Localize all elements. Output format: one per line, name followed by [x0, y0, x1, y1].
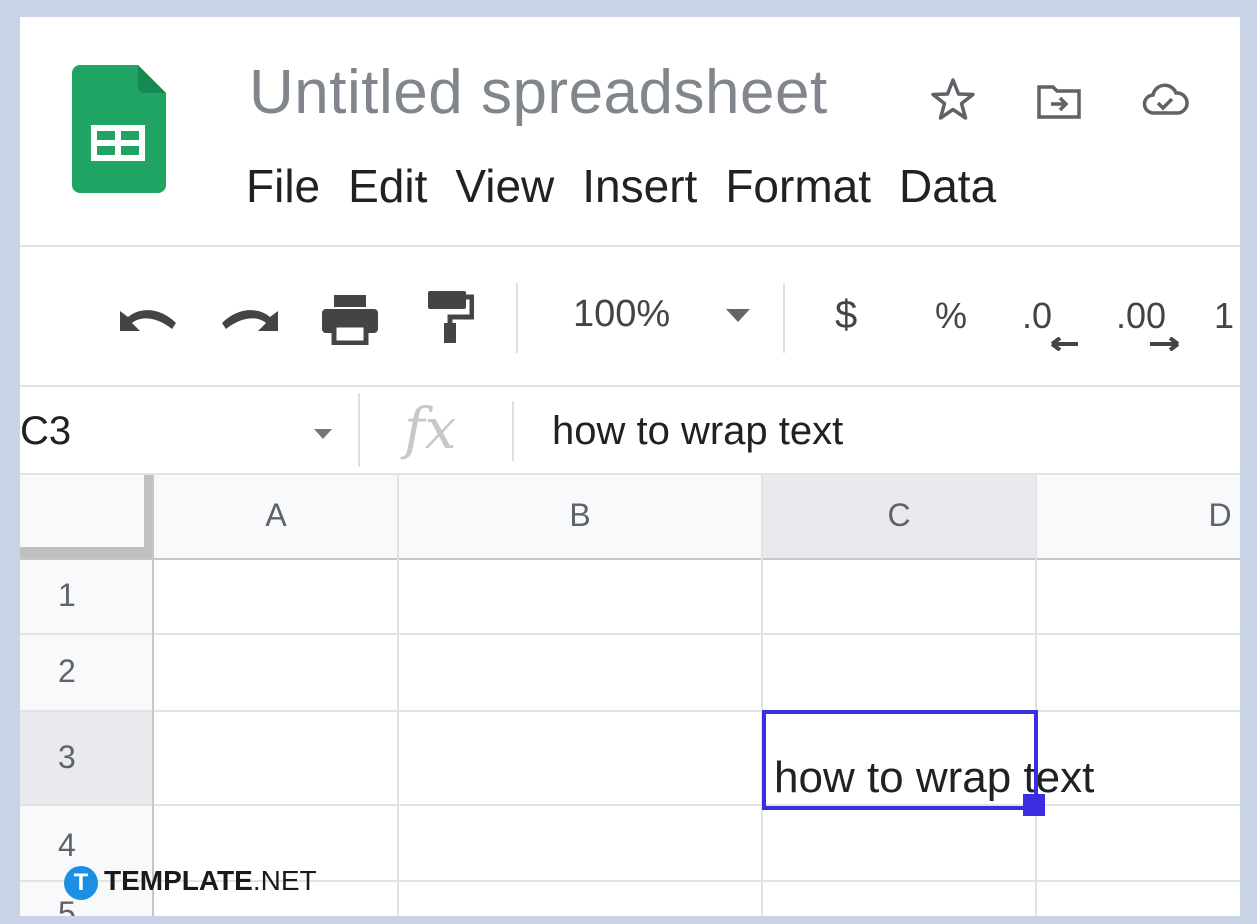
menu-view[interactable]: View	[455, 159, 554, 213]
grid-line	[20, 710, 1240, 712]
toolbar-divider-line	[20, 385, 1240, 387]
cell-selection-border	[762, 710, 1038, 810]
increase-decimal-label: .00	[1116, 295, 1167, 336]
menu-divider	[20, 245, 1240, 247]
sheets-logo-icon[interactable]	[72, 65, 166, 195]
template-logo-icon: T	[64, 865, 98, 900]
zoom-select[interactable]: 100%	[573, 293, 670, 336]
spreadsheet-window: Untitled spreadsheet File Edit View Insert F…	[20, 17, 1240, 916]
fx-icon: fx	[404, 397, 457, 462]
name-box-dropdown-icon[interactable]	[314, 429, 332, 439]
undo-icon[interactable]	[116, 301, 180, 341]
toolbar-divider-2	[783, 283, 785, 353]
row-header-4[interactable]: 4	[58, 827, 76, 864]
grid-line	[20, 804, 1240, 806]
grid-line	[1035, 475, 1037, 916]
row-header-2[interactable]: 2	[58, 653, 76, 690]
row-header-3[interactable]: 3	[58, 739, 76, 776]
print-icon[interactable]	[320, 293, 380, 345]
column-header-b[interactable]: B	[398, 497, 762, 534]
arrow-left-icon	[1050, 337, 1078, 351]
menu-bar: File Edit View Insert Format Data	[246, 159, 1024, 213]
document-title[interactable]: Untitled spreadsheet	[249, 57, 828, 128]
watermark-suffix: .NET	[252, 865, 317, 896]
row-3-highlight	[20, 712, 152, 804]
menu-data[interactable]: Data	[899, 159, 996, 213]
grid-line	[20, 558, 1240, 560]
format-percent-button[interactable]: %	[935, 295, 967, 337]
menu-format[interactable]: Format	[725, 159, 871, 213]
namebox-divider	[358, 393, 360, 467]
arrow-right-icon	[1150, 337, 1180, 351]
increase-decimal-button[interactable]: .00	[1116, 295, 1166, 337]
name-box[interactable]: C3	[20, 409, 71, 454]
move-folder-icon[interactable]	[1034, 75, 1084, 125]
grid-line	[152, 475, 154, 916]
more-formats-button[interactable]: 1	[1214, 295, 1234, 337]
paint-format-icon[interactable]	[424, 289, 474, 345]
column-header-c[interactable]: C	[762, 497, 1036, 534]
toolbar-divider	[516, 283, 518, 353]
format-currency-button[interactable]: $	[835, 293, 857, 338]
star-icon[interactable]	[928, 75, 978, 125]
menu-edit[interactable]: Edit	[348, 159, 427, 213]
cloud-saved-icon[interactable]	[1140, 75, 1190, 125]
column-header-d[interactable]: D	[1200, 497, 1240, 534]
menu-file[interactable]: File	[246, 159, 320, 213]
fill-handle[interactable]	[1023, 794, 1045, 816]
decrease-decimal-button[interactable]: .0	[1022, 295, 1052, 337]
grid-line	[397, 475, 399, 916]
grid-line	[761, 475, 763, 916]
row-header-1[interactable]: 1	[58, 577, 76, 614]
fx-divider	[512, 401, 514, 461]
column-header-a[interactable]: A	[154, 497, 398, 534]
zoom-dropdown-icon[interactable]	[726, 309, 750, 323]
redo-icon[interactable]	[218, 301, 282, 341]
watermark-brand: TEMPLATE	[104, 865, 253, 896]
decrease-decimal-label: .0	[1022, 295, 1053, 336]
template-net-watermark: T TEMPLATE.NET	[64, 865, 317, 900]
formula-input[interactable]: how to wrap text	[552, 409, 843, 454]
menu-insert[interactable]: Insert	[582, 159, 697, 213]
grid-line	[20, 633, 1240, 635]
